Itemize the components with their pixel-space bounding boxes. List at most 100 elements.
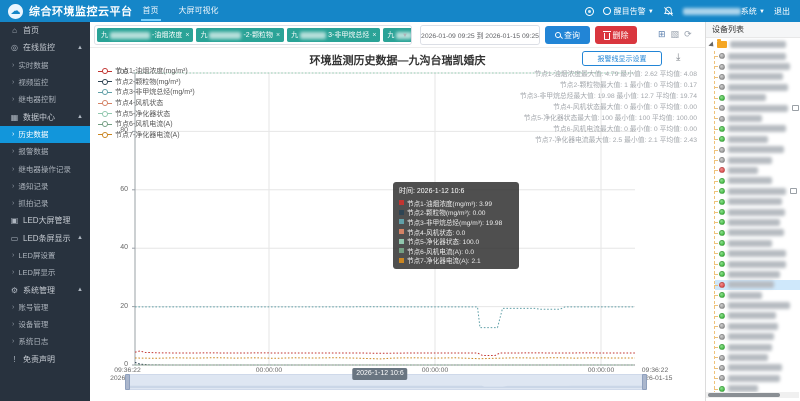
device-item[interactable]: [715, 82, 800, 92]
filter-bar: 九-油烟浓度×九-2-颗粒物×九3-非甲烷总烃×九▼ 2026-01-09 09…: [90, 22, 705, 48]
sidebar-item-menu[interactable]: ›继电器操作记录: [0, 160, 90, 177]
image-view-icon[interactable]: ▧: [671, 29, 680, 40]
sidebar-item-active[interactable]: ›历史数据: [0, 126, 90, 143]
device-item[interactable]: [715, 165, 800, 175]
sidebar-item-menu[interactable]: ›设备管理: [0, 316, 90, 333]
device-item[interactable]: [715, 342, 800, 352]
device-item[interactable]: [715, 93, 800, 103]
device-item[interactable]: [715, 332, 800, 342]
legend-item[interactable]: 节点4-风机状态: [98, 98, 195, 109]
sidebar-item-menu[interactable]: ›通知记录: [0, 178, 90, 195]
redacted-device-name: [728, 115, 762, 122]
device-item[interactable]: [715, 113, 800, 123]
legend-item[interactable]: 节点3-非甲烷总烃(mg/m³): [98, 87, 195, 98]
device-item[interactable]: [715, 176, 800, 186]
sidebar-item-menu[interactable]: ›抓拍记录: [0, 195, 90, 212]
sidebar-item-menu[interactable]: ◎在线监控▲: [0, 39, 90, 56]
legend-item[interactable]: 节点7-净化器电流(A): [98, 130, 195, 141]
message-icon[interactable]: [585, 7, 594, 16]
chevron-right-icon: ›: [12, 183, 14, 190]
redacted-device-name: [728, 375, 780, 382]
sidebar-item-menu[interactable]: ▦数据中心▲: [0, 108, 90, 125]
sidebar-item-menu[interactable]: ⌂首页: [0, 22, 90, 39]
device-item[interactable]: [715, 228, 800, 238]
device-item[interactable]: [715, 72, 800, 82]
redacted-device-name: [728, 312, 776, 319]
redacted-device-name: [728, 292, 762, 299]
selected-node-tag[interactable]: 九-2-颗粒物×: [196, 28, 284, 42]
sidebar-item-menu[interactable]: ›系统日志: [0, 333, 90, 350]
device-status-green-icon: [719, 261, 725, 267]
datazoom-handle-left[interactable]: [125, 374, 130, 390]
device-item[interactable]: [715, 300, 800, 310]
bell-muted-icon[interactable]: [663, 6, 674, 17]
device-item-selected[interactable]: [715, 280, 800, 290]
legend-item[interactable]: 节点2-颗粒物(mg/m³): [98, 77, 195, 88]
close-icon[interactable]: ×: [276, 32, 280, 39]
device-item[interactable]: [715, 259, 800, 269]
redacted-device-name: [728, 84, 788, 91]
legend-item[interactable]: 节点5-净化器状态: [98, 108, 195, 119]
device-item[interactable]: [715, 311, 800, 321]
close-icon[interactable]: ×: [372, 32, 376, 39]
sidebar-item-menu[interactable]: ›实时数据: [0, 57, 90, 74]
device-item[interactable]: [715, 363, 800, 373]
device-item[interactable]: [715, 217, 800, 227]
alarm-line-settings-button[interactable]: 报警线显示设置: [582, 51, 662, 66]
device-tree-root[interactable]: [706, 38, 800, 51]
delete-button[interactable]: 删除: [595, 26, 637, 44]
device-item[interactable]: [715, 103, 800, 113]
device-status-gray-icon: [719, 365, 725, 371]
device-item[interactable]: [715, 248, 800, 258]
redacted-device-name: [728, 94, 766, 101]
legend-item[interactable]: 节点1-油烟浓度(mg/m³): [98, 66, 195, 77]
device-item[interactable]: [715, 51, 800, 61]
device-item[interactable]: [715, 61, 800, 71]
device-item[interactable]: [715, 269, 800, 279]
query-button[interactable]: 查询: [545, 26, 590, 44]
device-item[interactable]: [715, 352, 800, 362]
horizontal-scrollbar[interactable]: [706, 392, 799, 398]
sidebar-item-menu[interactable]: ▭LED条屏显示▲: [0, 230, 90, 247]
device-item[interactable]: [715, 124, 800, 134]
sidebar-item-menu[interactable]: ›LED屏显示: [0, 264, 90, 281]
device-item[interactable]: [715, 145, 800, 155]
tab-home[interactable]: 首页: [133, 0, 169, 22]
sidebar-item-menu[interactable]: ⚙系统管理▲: [0, 281, 90, 298]
device-item[interactable]: [715, 290, 800, 300]
sidebar-item-menu[interactable]: ›账号管理: [0, 299, 90, 316]
device-item[interactable]: [715, 321, 800, 331]
selected-node-tag[interactable]: 九-油烟浓度×: [97, 28, 193, 42]
refresh-icon[interactable]: ⟳: [684, 29, 692, 40]
device-item[interactable]: [715, 186, 800, 196]
datazoom-handle-right[interactable]: [642, 374, 647, 390]
download-icon[interactable]: ⤓: [676, 52, 680, 63]
sidebar-item-menu[interactable]: ›继电器控制: [0, 91, 90, 108]
scrollbar-thumb[interactable]: [708, 393, 780, 397]
selected-node-tag[interactable]: 九3-非甲烷总烃×: [287, 28, 380, 42]
device-item[interactable]: [715, 207, 800, 217]
device-item[interactable]: [715, 134, 800, 144]
logout-button[interactable]: 退出: [774, 6, 790, 17]
user-menu[interactable]: 系统 ▼: [683, 6, 765, 17]
device-item[interactable]: [715, 373, 800, 383]
chevron-right-icon: ›: [12, 252, 14, 259]
device-item[interactable]: [715, 238, 800, 248]
legend-item[interactable]: 节点6-风机电流(A): [98, 119, 195, 130]
sidebar-item-menu[interactable]: ›LED屏设置: [0, 247, 90, 264]
sidebar-item-menu[interactable]: ›报警数据: [0, 143, 90, 160]
sidebar-item-menu[interactable]: !免责声明: [0, 351, 90, 368]
node-multiselect[interactable]: 九-油烟浓度×九-2-颗粒物×九3-非甲烷总烃×九▼: [94, 25, 412, 45]
date-range-input[interactable]: 2026-01-09 09:25 到 2026-01-15 09:25: [420, 25, 540, 45]
device-item[interactable]: [715, 196, 800, 206]
sidebar-item-menu[interactable]: ▣LED大屏管理: [0, 212, 90, 229]
device-status-green-icon: [719, 178, 725, 184]
redacted-device-name: [110, 32, 150, 39]
sidebar-item-menu[interactable]: ›视频监控: [0, 74, 90, 91]
table-view-icon[interactable]: ⊞: [658, 29, 666, 40]
close-icon[interactable]: ×: [185, 32, 189, 39]
redacted-device-name: [728, 271, 780, 278]
tab-bigscreen[interactable]: 大屏可视化: [169, 0, 229, 22]
device-item[interactable]: [715, 155, 800, 165]
alarm-dropdown[interactable]: 醒目告警 ▼: [603, 6, 654, 17]
